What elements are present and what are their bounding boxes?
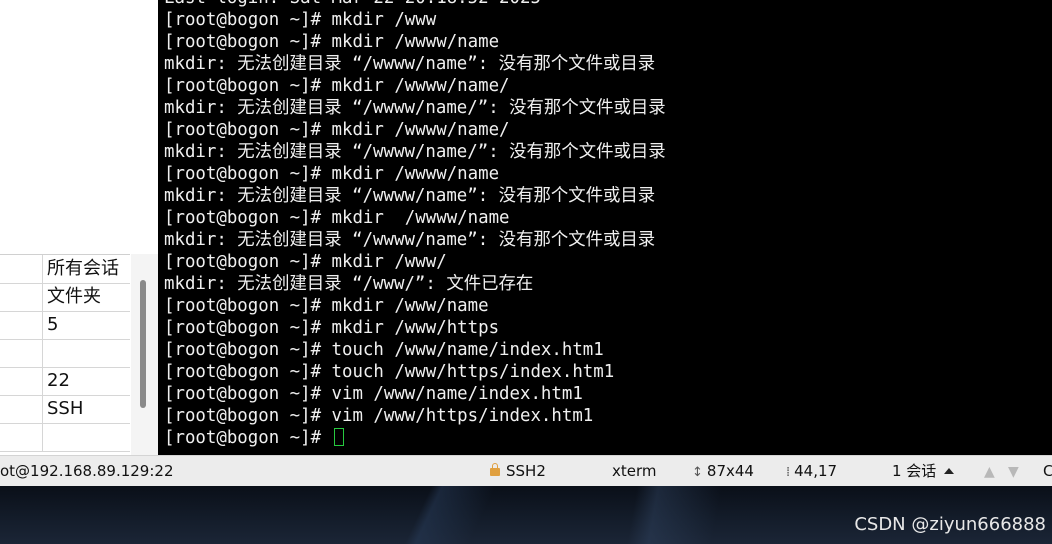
prop-name-cell [0,255,43,283]
prop-row[interactable]: 文件夹 [0,283,130,312]
protocol-label: SSH2 [506,462,546,480]
session-panel: 所有会话 文件夹 5 22 SSH [0,0,158,455]
terminal-cursor [333,428,344,446]
triangle-up-icon [944,468,955,474]
session-properties-table: 所有会话 文件夹 5 22 SSH [0,254,130,456]
terminal-line: [root@bogon ~]# mkdir /wwww/name/ [164,120,510,140]
prop-row[interactable]: 5 [0,311,130,340]
arrow-down-icon: ▼ [1008,464,1019,480]
status-protocol: SSH2 [490,456,546,486]
prop-name-cell [0,395,43,423]
terminal-line: [root@bogon ~]# vim /www/https/index.htm… [164,406,594,426]
status-cursor-pos: ⁞ 44,17 [786,456,837,486]
session-tree-area[interactable] [0,0,158,250]
terminal-line: [root@bogon ~]# touch /www/name/index.ht… [164,340,604,360]
scrollbar-thumb[interactable] [140,280,146,408]
terminal-line: [root@bogon ~]# mkdir /wwww/name [164,208,510,228]
prop-value-cell [47,339,129,367]
prop-value-cell [47,423,129,451]
terminal-line: [root@bogon ~]# mkdir /wwww/name/ [164,76,510,96]
terminal-line: [root@bogon ~]# mkdir /www/https [164,318,500,338]
status-trailing: C [1043,462,1052,480]
prop-value-cell: 文件夹 [47,286,101,307]
terminal-line: [root@bogon ~]# mkdir /www/name [164,296,489,316]
prop-name-cell [0,283,43,311]
terminal-line: [root@bogon ~]# touch /www/https/index.h… [164,362,615,382]
lock-icon [490,463,500,476]
terminal-line: mkdir: 无法创建目录 “/wwww/name”: 没有那个文件或目录 [164,54,656,74]
arrow-up-icon: ▲ [984,464,995,480]
size-label: 87x44 [706,462,754,480]
prop-name-cell [0,311,43,339]
terminal-line: [root@bogon ~]# mkdir /wwww/name [164,164,500,184]
terminal-line: Last login: Sat Mar 22 20:18:52 2025 [164,0,666,9]
terminal-line: [root@bogon ~]# mkdir /www [164,10,437,30]
resize-icon: ↕ [692,465,703,480]
cursor-pos-label: 44,17 [794,462,838,480]
terminal-line: [root@bogon ~]# mkdir /www/ [164,252,447,272]
scroll-up-button[interactable]: ▲ [984,456,995,486]
prop-value-cell: SSH [47,398,84,419]
prop-value-cell: 所有会话 [47,258,119,279]
terminal-prompt-line[interactable]: [root@bogon ~]# [164,427,666,449]
prop-row[interactable]: 所有会话 [0,255,130,284]
terminal-line: mkdir: 无法创建目录 “/wwww/name”: 没有那个文件或目录 [164,186,656,206]
terminal-line: [root@bogon ~]# vim /www/name/index.htm1 [164,384,583,404]
terminal-window[interactable]: Last login: Sat Mar 22 20:18:52 2025 [ro… [158,0,1052,455]
prop-row[interactable]: 22 [0,367,130,396]
status-sessions[interactable]: 1 会话 [892,456,955,486]
prop-value-cell: 22 [47,370,70,391]
prop-name-cell [0,423,43,451]
terminal-output: Last login: Sat Mar 22 20:18:52 2025 [ro… [164,0,666,449]
prop-row[interactable] [0,423,130,452]
properties-scrollbar[interactable] [131,254,158,455]
sessions-label: 1 会话 [892,462,937,480]
prop-name-cell [0,367,43,395]
watermark: CSDN @ziyun666888 [854,514,1046,535]
status-size: ↕ 87x44 [692,456,754,486]
prop-name-cell [0,339,43,367]
terminal-line: mkdir: 无法创建目录 “/wwww/name/”: 没有那个文件或目录 [164,98,666,118]
cursor-position-icon: ⁞ [786,465,791,480]
status-bar: ot@192.168.89.129:22 SSH2 xterm ↕ 87x44 ⁞… [0,455,1052,486]
terminal-line: mkdir: 无法创建目录 “/www/”: 文件已存在 [164,274,534,294]
scroll-down-button[interactable]: ▼ [1008,456,1019,486]
terminal-line: [root@bogon ~]# mkdir /wwww/name [164,32,500,52]
terminal-line: mkdir: 无法创建目录 “/wwww/name”: 没有那个文件或目录 [164,230,656,250]
terminal-line: mkdir: 无法创建目录 “/wwww/name/”: 没有那个文件或目录 [164,142,666,162]
status-connection: ot@192.168.89.129:22 [0,462,174,480]
prop-row[interactable]: SSH [0,395,130,424]
terminal-prompt: [root@bogon ~]# [164,428,332,448]
prop-value-cell: 5 [47,314,59,335]
status-terminal-type: xterm [612,462,657,480]
prop-row[interactable] [0,339,130,368]
